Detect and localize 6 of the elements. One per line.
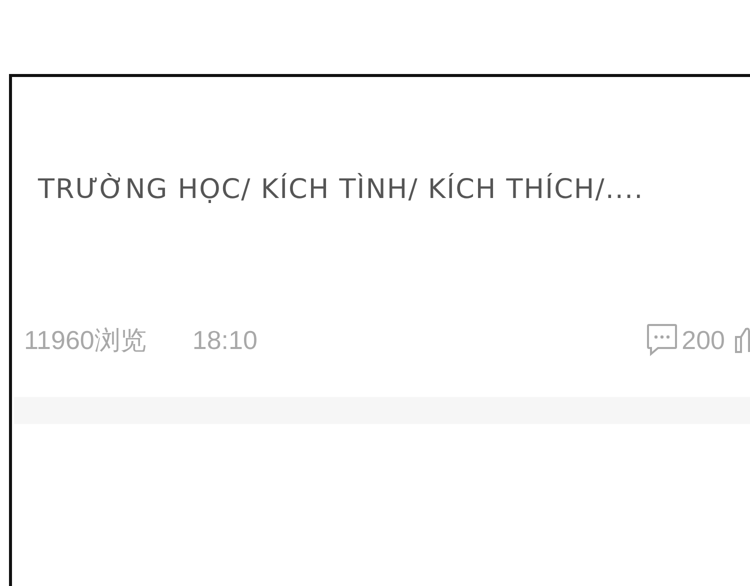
comment-icon[interactable]	[646, 323, 678, 357]
post-title: TRƯỜNG HỌC/ KÍCH TÌNH/ KÍCH THÍCH/....	[38, 173, 645, 207]
thumb-icon[interactable]	[735, 327, 750, 353]
post-time: 18:10	[192, 324, 258, 356]
comment-count: 200	[682, 324, 725, 356]
view-count: 11960浏览	[24, 324, 146, 356]
